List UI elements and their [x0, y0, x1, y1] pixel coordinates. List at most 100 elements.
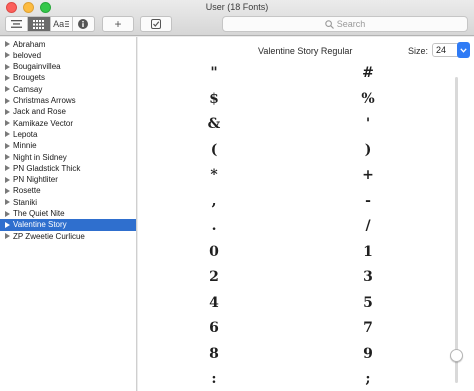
- font-family-label: Bougainvillea: [13, 62, 61, 72]
- font-family-item[interactable]: PN Nightliter: [0, 174, 136, 186]
- glyph-sample: 2: [209, 269, 219, 285]
- grid-icon: [33, 19, 45, 29]
- glyph-sample: 1: [363, 243, 373, 260]
- disclosure-triangle-icon[interactable]: [5, 120, 10, 127]
- list-view-icon: [11, 20, 23, 28]
- checkbox-icon: [151, 19, 161, 29]
- glyph-sample: ;: [365, 371, 371, 387]
- font-family-item[interactable]: Abraham: [0, 38, 136, 50]
- size-dropdown-button[interactable]: [457, 42, 470, 58]
- font-family-label: Jack and Rose: [13, 107, 66, 117]
- disclosure-triangle-icon[interactable]: [5, 41, 10, 47]
- disclosure-triangle-icon[interactable]: [5, 52, 10, 59]
- validate-font-button[interactable]: [140, 16, 172, 32]
- glyph-sample: $: [209, 90, 219, 107]
- disclosure-triangle-icon[interactable]: [5, 187, 10, 194]
- glyph-sample: -: [365, 192, 371, 209]
- glyph-sample: ,: [211, 192, 217, 209]
- font-family-label: Abraham: [13, 39, 46, 49]
- size-slider-knob[interactable]: [450, 349, 463, 362]
- font-family-label: Lepota: [13, 129, 38, 139]
- font-family-item[interactable]: PN Gladstick Thick: [0, 162, 136, 174]
- search-icon: [324, 19, 334, 29]
- glyph-sample: 0: [209, 243, 219, 260]
- font-family-item[interactable]: Jack and Rose: [0, 106, 136, 118]
- font-family-item[interactable]: Bougainvillea: [0, 61, 136, 73]
- info-icon: [78, 19, 89, 29]
- font-family-label: Night in Sidney: [13, 152, 67, 162]
- font-family-item[interactable]: Night in Sidney: [0, 151, 136, 163]
- font-family-label: Kamikaze Vector: [13, 118, 74, 128]
- window-title: User (18 Fonts): [205, 2, 269, 12]
- size-label: Size:: [408, 46, 429, 56]
- glyph-sample: 8: [209, 345, 219, 362]
- font-family-item[interactable]: Staniki: [0, 196, 136, 208]
- font-family-label: Minnie: [13, 141, 37, 151]
- disclosure-triangle-icon[interactable]: [5, 210, 10, 217]
- font-family-item[interactable]: Kamikaze Vector: [0, 117, 136, 129]
- font-family-item[interactable]: Brougets: [0, 72, 136, 84]
- add-font-button[interactable]: +: [102, 16, 134, 32]
- view-mode-control[interactable]: Aa: [5, 16, 95, 32]
- font-family-label: beloved: [13, 50, 42, 60]
- font-name-label: Valentine Story Regular: [258, 46, 353, 56]
- disclosure-triangle-icon[interactable]: [5, 131, 10, 138]
- disclosure-triangle-icon[interactable]: [5, 154, 10, 160]
- font-family-label: Camsay: [13, 84, 43, 94]
- font-family-item[interactable]: Rosette: [0, 185, 136, 197]
- glyph-sample: #: [362, 65, 374, 81]
- disclosure-triangle-icon[interactable]: [5, 63, 10, 70]
- glyph-sample: ": [210, 65, 218, 81]
- glyph-preview-pane: Valentine Story Regular Size: 2 4 " $ & ( *,.…: [138, 37, 474, 391]
- font-family-label: Brougets: [13, 73, 46, 83]
- sample-view-button[interactable]: Aa: [51, 17, 73, 31]
- search-field[interactable]: Search: [222, 16, 468, 32]
- font-family-label: Staniki: [13, 197, 38, 207]
- font-family-item[interactable]: beloved: [0, 49, 136, 61]
- disclosure-triangle-icon[interactable]: [5, 199, 10, 206]
- glyph-sample: ): [364, 141, 372, 158]
- font-family-label: PN Nightliter: [13, 175, 58, 185]
- font-family-item[interactable]: Christmas Arrows: [0, 95, 136, 107]
- glyph-sample: %: [361, 90, 375, 107]
- list-view-button[interactable]: [6, 17, 29, 31]
- size-slider-track[interactable]: [455, 77, 458, 383]
- disclosure-triangle-icon[interactable]: [5, 165, 10, 172]
- disclosure-triangle-icon[interactable]: [5, 221, 10, 228]
- glyph-sample: +: [362, 167, 374, 183]
- font-family-list: Abraham beloved Bougainvillea Brougets Camsa…: [0, 37, 137, 391]
- font-family-item[interactable]: ZP Zweetie Curlicue: [0, 230, 136, 242]
- disclosure-triangle-icon[interactable]: [5, 142, 10, 149]
- glyph-sample: :: [211, 371, 217, 387]
- sample-aa-icon: Aa: [53, 19, 65, 29]
- font-family-item[interactable]: Camsay: [0, 83, 136, 95]
- glyph-sample: 4: [209, 294, 219, 311]
- font-family-item[interactable]: Valentine Story: [0, 218, 136, 231]
- plus-icon: +: [114, 17, 122, 31]
- font-family-item[interactable]: Minnie: [0, 140, 136, 152]
- glyph-sample: 3: [363, 269, 373, 285]
- font-family-label: Christmas Arrows: [13, 96, 76, 105]
- glyph-sample: 7: [363, 320, 373, 336]
- glyph-sample: .: [211, 218, 217, 234]
- glyph-sample: *: [210, 167, 218, 183]
- disclosure-triangle-icon[interactable]: [5, 108, 10, 115]
- glyph-sample: &: [207, 116, 221, 132]
- disclosure-triangle-icon[interactable]: [5, 233, 10, 240]
- font-family-label: Valentine Story: [13, 220, 67, 230]
- disclosure-triangle-icon[interactable]: [5, 86, 10, 93]
- font-family-label: ZP Zweetie Curlicue: [13, 231, 85, 241]
- glyph-sample: 6: [209, 320, 219, 336]
- disclosure-triangle-icon[interactable]: [5, 176, 10, 183]
- grid-view-button[interactable]: [28, 17, 51, 31]
- glyph-sample: 9: [363, 345, 373, 362]
- font-family-item[interactable]: The Quiet Nite: [0, 208, 136, 220]
- sample-lines-icon: [65, 21, 70, 27]
- font-family-item[interactable]: Lepota: [0, 128, 136, 140]
- disclosure-triangle-icon[interactable]: [5, 74, 10, 81]
- disclosure-triangle-icon[interactable]: [5, 97, 10, 104]
- info-button[interactable]: [73, 17, 94, 31]
- glyph-sample: 5: [363, 294, 373, 311]
- search-placeholder: Search: [336, 19, 366, 29]
- glyph-sample: (: [210, 141, 218, 158]
